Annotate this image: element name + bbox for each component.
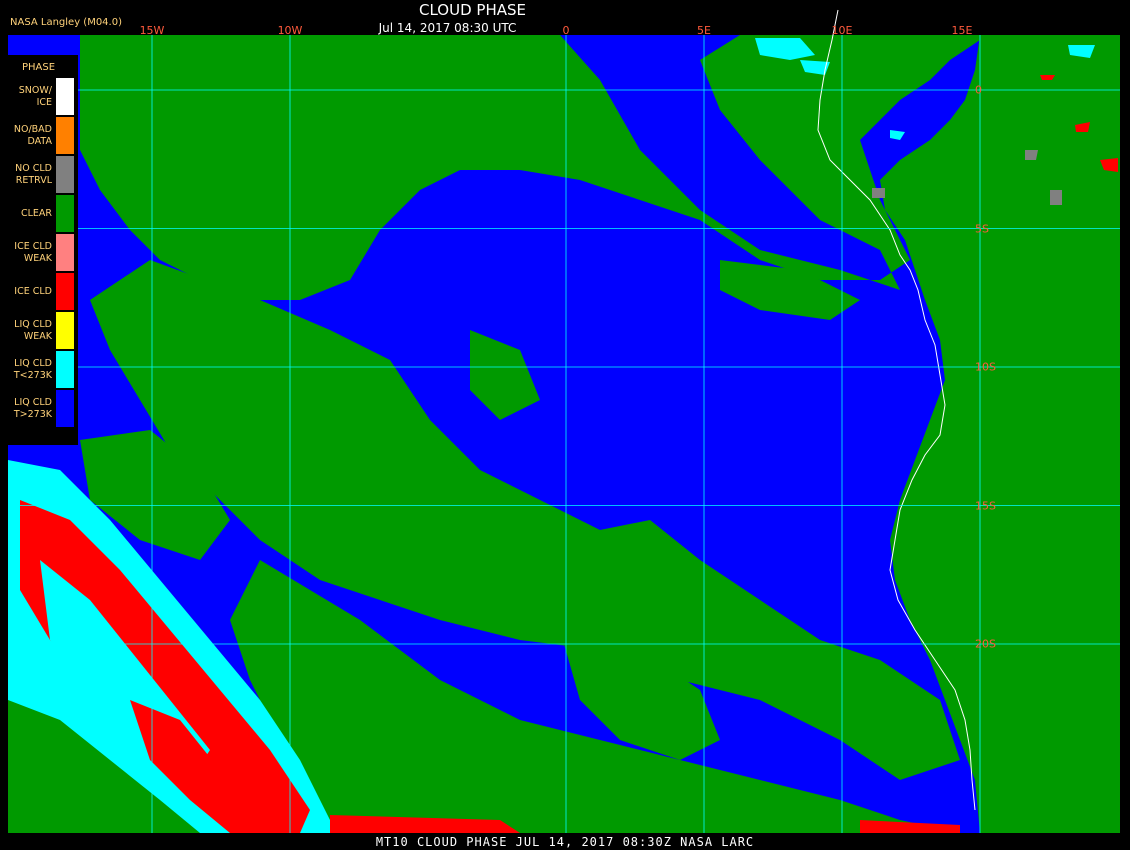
legend-label: LIQ CLD WEAK xyxy=(14,318,52,342)
legend-swatch xyxy=(56,273,74,310)
legend-label: ICE CLD xyxy=(14,285,52,297)
legend-label: CLEAR xyxy=(20,207,52,219)
latitude-label: 20S xyxy=(975,637,996,651)
longitude-label: 0 xyxy=(562,24,570,37)
legend-item: ICE CLD WEAK xyxy=(0,234,78,271)
cloud-phase-map xyxy=(0,0,1130,850)
footer-caption: MT10 CLOUD PHASE JUL 14, 2017 08:30Z NAS… xyxy=(375,835,755,849)
legend-swatch xyxy=(56,78,74,115)
legend-item: LIQ CLD T<273K xyxy=(0,351,78,388)
latitude-label: 0 xyxy=(975,83,982,97)
legend-item: NO CLD RETRVL xyxy=(0,156,78,193)
latitude-label: 10S xyxy=(975,360,996,374)
legend-item: CLEAR xyxy=(0,195,78,232)
longitude-label: 15W xyxy=(139,24,165,37)
map-date: Jul 14, 2017 08:30 UTC xyxy=(378,21,517,35)
longitude-label: 10W xyxy=(277,24,303,37)
legend-swatch xyxy=(56,312,74,349)
legend-title: PHASE xyxy=(22,62,56,73)
legend-label: ICE CLD WEAK xyxy=(14,240,52,264)
legend-label: NO/BAD DATA xyxy=(13,123,52,147)
legend-swatch xyxy=(56,351,74,388)
legend-label: NO CLD RETRVL xyxy=(15,162,52,186)
map-title: CLOUD PHASE xyxy=(419,1,526,19)
legend-swatch xyxy=(56,195,74,232)
latitude-label: 5S xyxy=(975,222,989,235)
legend-item: SNOW/ ICE xyxy=(0,78,78,115)
phase-legend: PHASE SNOW/ ICE NO/BAD DATA NO CLD RETRVL C… xyxy=(0,55,78,445)
longitude-label: 5E xyxy=(697,24,711,37)
legend-item: ICE CLD xyxy=(0,273,78,310)
legend-label: LIQ CLD T>273K xyxy=(13,396,52,420)
longitude-label: 10E xyxy=(831,24,853,37)
legend-swatch xyxy=(56,117,74,154)
latitude-label: 15S xyxy=(975,499,996,512)
longitude-label: 15E xyxy=(951,24,973,37)
legend-item: LIQ CLD T>273K xyxy=(0,390,78,427)
legend-item: LIQ CLD WEAK xyxy=(0,312,78,349)
legend-swatch xyxy=(56,156,74,193)
legend-item: NO/BAD DATA xyxy=(0,117,78,154)
legend-swatch xyxy=(56,390,74,427)
legend-swatch xyxy=(56,234,74,271)
legend-label: LIQ CLD T<273K xyxy=(13,357,52,381)
legend-label: SNOW/ ICE xyxy=(18,84,52,108)
